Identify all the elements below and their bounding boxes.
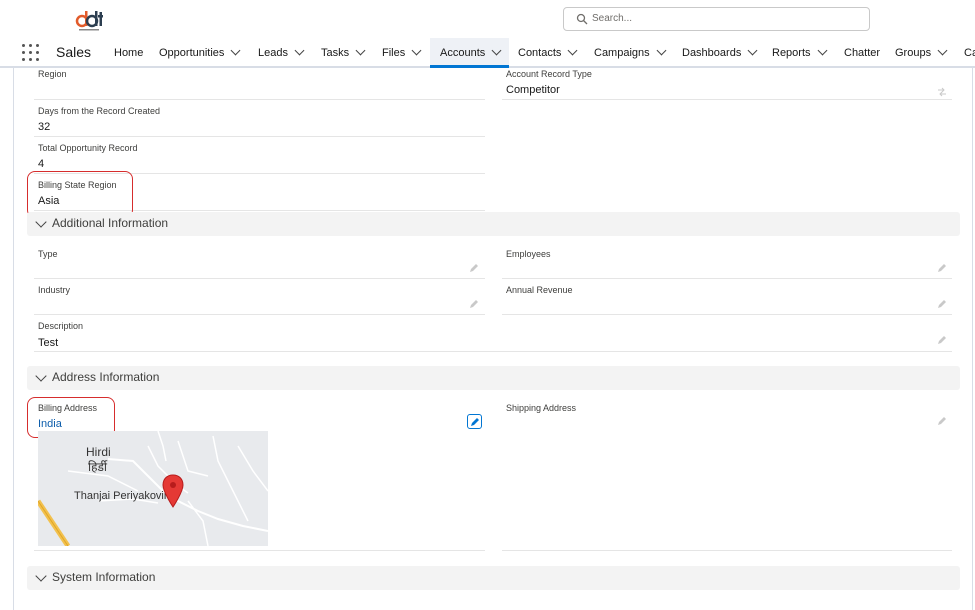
employees-label: Employees bbox=[506, 249, 551, 259]
chevron-down-icon[interactable] bbox=[35, 216, 47, 228]
divider bbox=[34, 278, 485, 279]
account-record-type-label: Account Record Type bbox=[506, 69, 592, 79]
divider bbox=[502, 314, 952, 315]
app-navigation-bar: Sales Home Opportunities Leads Tasks Fil… bbox=[0, 38, 975, 68]
billing-address-map[interactable]: Hirdi हिर्डी Thanjai Periyakovil bbox=[38, 431, 268, 546]
divider bbox=[34, 351, 952, 352]
nav-item-leads[interactable]: Leads bbox=[258, 38, 305, 68]
map-place-label: हिर्डी bbox=[88, 460, 108, 474]
nav-item-tasks[interactable]: Tasks bbox=[321, 38, 366, 68]
nav-item-contacts[interactable]: Contacts bbox=[518, 38, 578, 68]
divider bbox=[34, 314, 485, 315]
content-right-border bbox=[972, 68, 973, 610]
chevron-down-icon[interactable] bbox=[355, 45, 366, 56]
chevron-down-icon[interactable] bbox=[937, 45, 948, 56]
address-information-section-header[interactable]: Address Information bbox=[27, 366, 960, 390]
chevron-down-icon[interactable] bbox=[230, 45, 241, 56]
nav-item-home[interactable]: Home bbox=[114, 38, 143, 68]
divider bbox=[34, 550, 485, 551]
edit-pencil-icon[interactable] bbox=[469, 299, 479, 309]
map-place-label: Hirdi bbox=[86, 445, 111, 459]
edit-pencil-icon[interactable] bbox=[469, 263, 479, 273]
edit-billing-address-button[interactable] bbox=[467, 414, 482, 429]
change-record-type-icon[interactable] bbox=[937, 87, 947, 97]
edit-pencil-icon[interactable] bbox=[937, 335, 947, 345]
divider bbox=[34, 136, 485, 137]
chevron-down-icon[interactable] bbox=[656, 45, 667, 56]
edit-pencil-icon[interactable] bbox=[937, 263, 947, 273]
nav-item-accounts[interactable]: Accounts bbox=[430, 38, 509, 68]
map-pin-icon bbox=[162, 474, 184, 508]
system-information-section-header[interactable]: System Information bbox=[27, 566, 960, 590]
chevron-down-icon[interactable] bbox=[411, 45, 422, 56]
description-value: Test bbox=[38, 337, 59, 349]
chevron-down-icon[interactable] bbox=[294, 45, 305, 56]
edit-pencil-icon[interactable] bbox=[937, 416, 947, 426]
section-title: System Information bbox=[52, 570, 156, 584]
annual-revenue-label: Annual Revenue bbox=[506, 285, 573, 295]
description-label: Description bbox=[38, 321, 84, 331]
region-label: Region bbox=[38, 69, 67, 79]
chevron-down-icon[interactable] bbox=[747, 45, 758, 56]
section-title: Additional Information bbox=[52, 216, 169, 230]
top-header: Search... bbox=[0, 0, 975, 38]
nav-item-campaigns[interactable]: Campaigns bbox=[594, 38, 667, 68]
nav-item-files[interactable]: Files bbox=[382, 38, 422, 68]
section-title: Address Information bbox=[52, 370, 160, 384]
nav-item-groups[interactable]: Groups bbox=[895, 38, 948, 68]
nav-item-chatter[interactable]: Chatter bbox=[844, 38, 880, 68]
shipping-address-label: Shipping Address bbox=[506, 403, 577, 413]
chevron-down-icon[interactable] bbox=[35, 370, 47, 382]
chevron-down-icon[interactable] bbox=[35, 570, 47, 582]
search-icon bbox=[576, 13, 588, 25]
divider bbox=[502, 278, 952, 279]
map-roads bbox=[38, 431, 268, 546]
edit-pencil-icon[interactable] bbox=[937, 299, 947, 309]
chevron-down-icon[interactable] bbox=[817, 45, 827, 56]
nav-item-opportunities[interactable]: Opportunities bbox=[159, 38, 241, 68]
billing-state-region-highlight bbox=[27, 171, 133, 218]
chevron-down-icon[interactable] bbox=[567, 45, 578, 56]
search-placeholder: Search... bbox=[592, 13, 633, 24]
nav-item-more-truncated[interactable]: Ca bbox=[964, 38, 975, 68]
divider bbox=[502, 550, 952, 551]
chevron-down-icon[interactable] bbox=[491, 45, 502, 56]
app-launcher-icon[interactable] bbox=[22, 44, 40, 62]
industry-label: Industry bbox=[38, 285, 71, 295]
days-from-record-created-value: 32 bbox=[38, 121, 51, 133]
nav-item-dashboards[interactable]: Dashboards bbox=[682, 38, 758, 68]
total-opportunity-record-label: Total Opportunity Record bbox=[38, 143, 138, 153]
account-record-type-value: Competitor bbox=[506, 84, 560, 96]
divider bbox=[34, 99, 485, 100]
days-from-record-created-label: Days from the Record Created bbox=[38, 106, 161, 116]
nav-item-reports[interactable]: Reports bbox=[772, 38, 827, 68]
type-label: Type bbox=[38, 249, 58, 259]
content-left-border bbox=[13, 68, 14, 610]
map-place-label: Thanjai Periyakovil bbox=[74, 490, 167, 502]
additional-information-section-header[interactable]: Additional Information bbox=[27, 212, 960, 236]
total-opportunity-record-value: 4 bbox=[38, 158, 45, 170]
app-name: Sales bbox=[56, 44, 92, 60]
global-search-input[interactable]: Search... bbox=[563, 7, 870, 31]
divider bbox=[502, 99, 952, 100]
edit-pencil-icon bbox=[471, 418, 479, 426]
company-logo bbox=[74, 7, 104, 33]
